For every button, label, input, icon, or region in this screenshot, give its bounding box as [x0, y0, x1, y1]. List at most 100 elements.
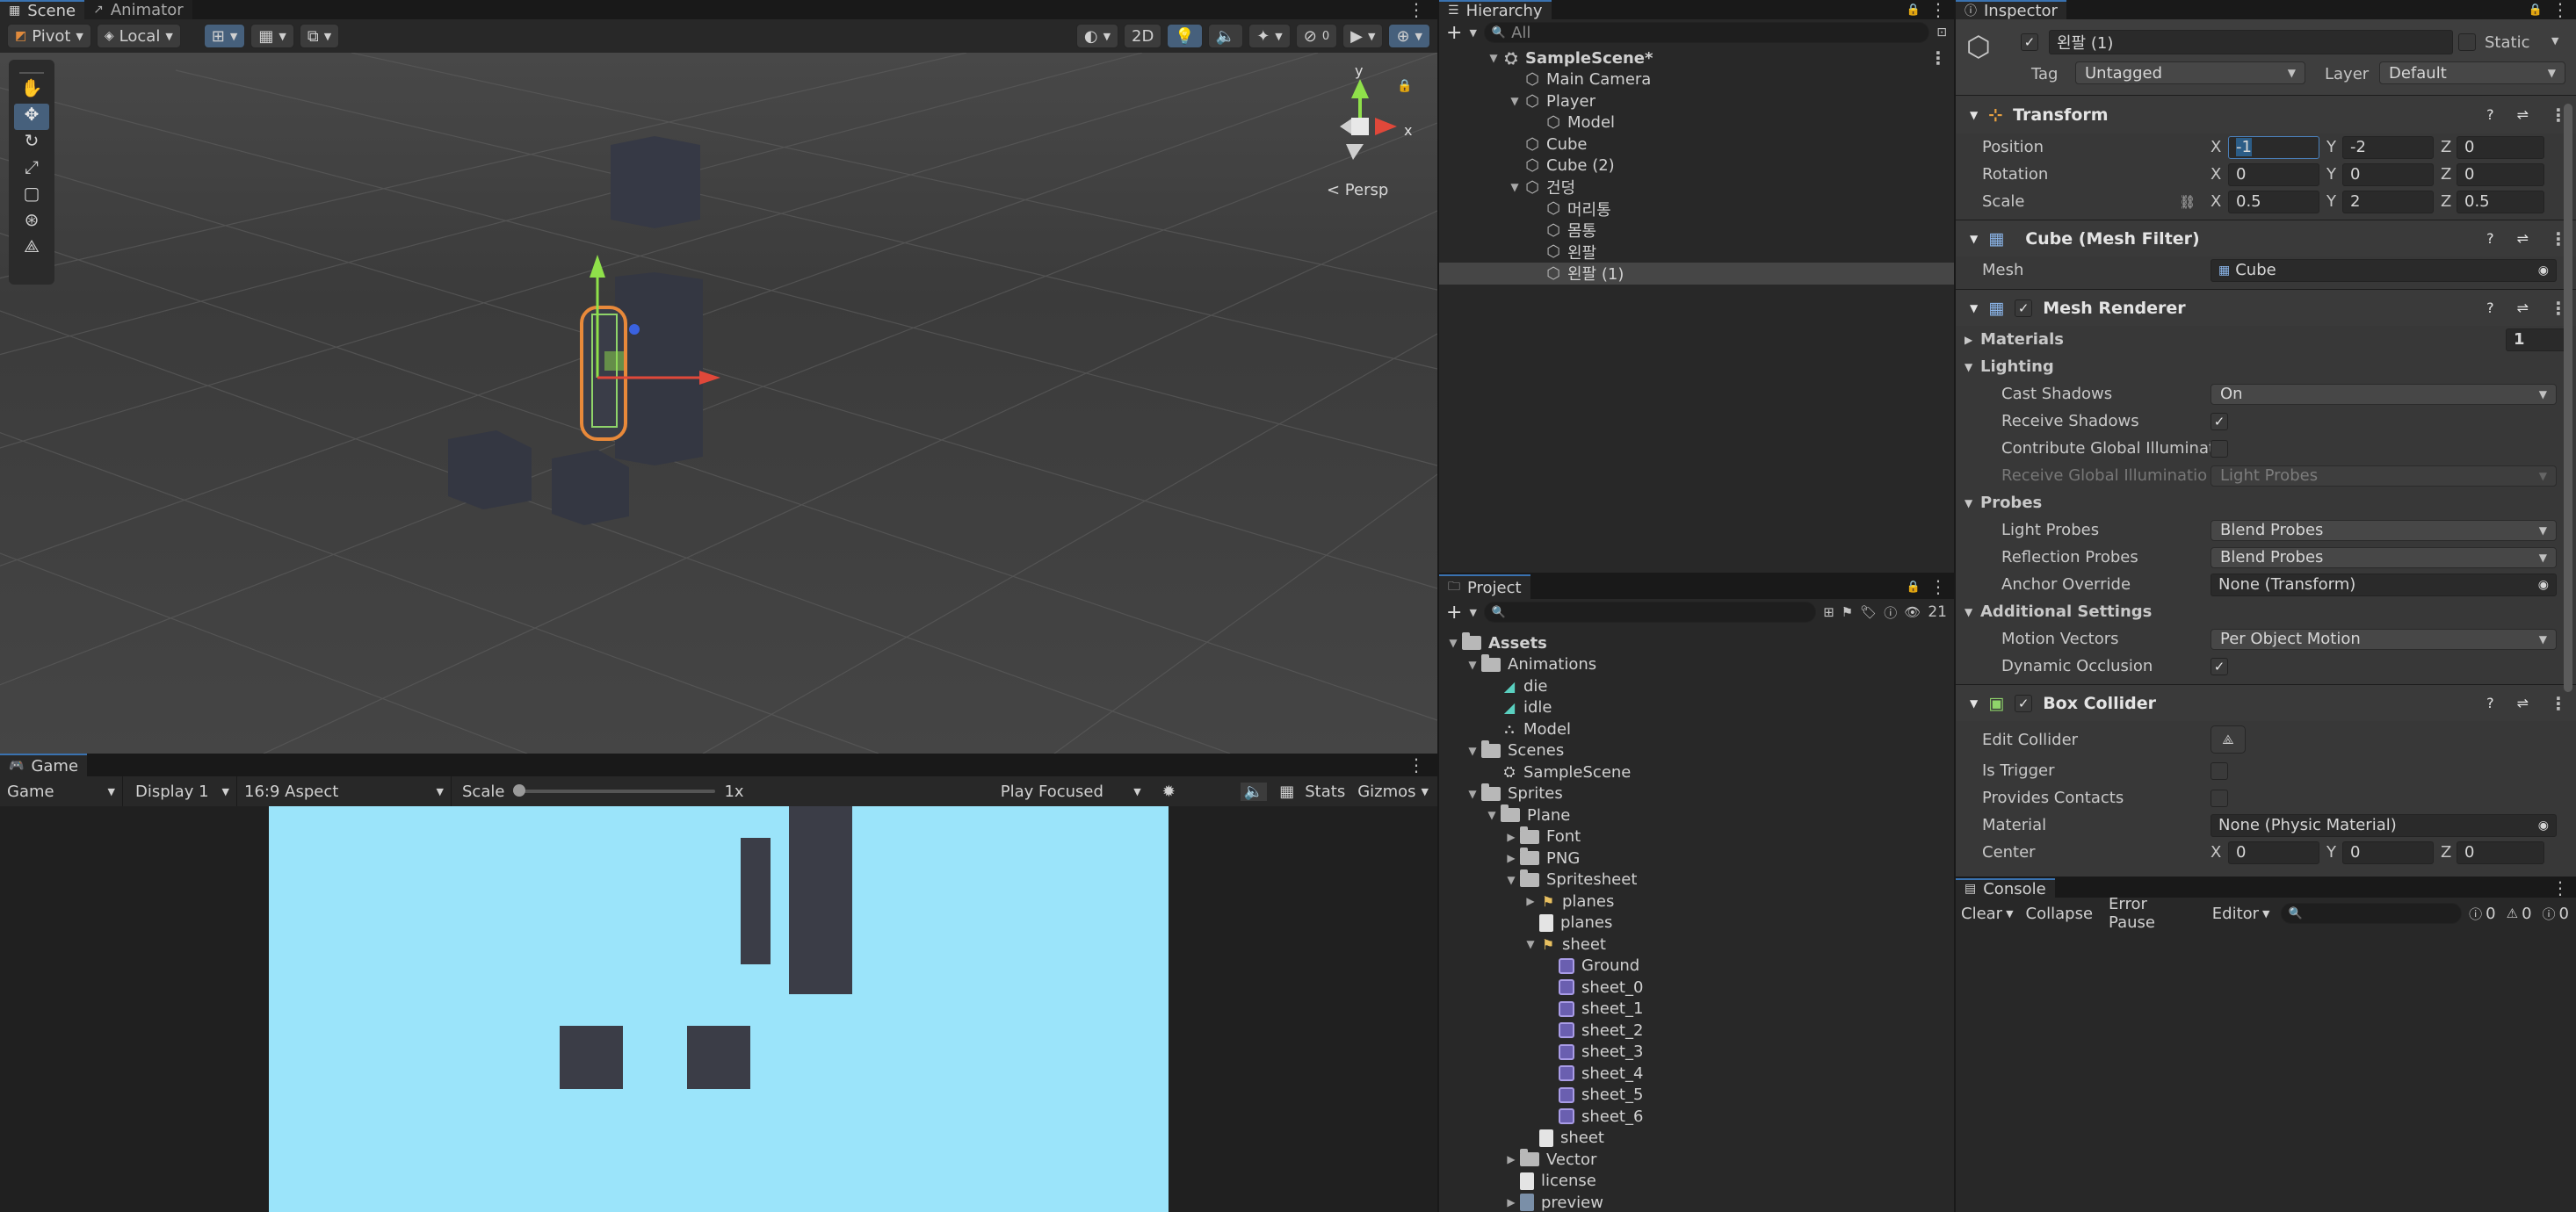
- resolution-icon[interactable]: ▦: [1279, 783, 1294, 801]
- mesh-renderer-enabled-checkbox[interactable]: ✓: [2015, 299, 2033, 317]
- mute-audio-icon[interactable]: 🔈: [1240, 782, 1268, 801]
- tab-game[interactable]: 🎮 Game: [0, 754, 88, 776]
- project-item[interactable]: ▼ ⚑ sheet: [1439, 934, 1954, 956]
- effects-dropdown[interactable]: ✦ ▼: [1248, 24, 1291, 48]
- project-item[interactable]: sheet_5: [1439, 1085, 1954, 1107]
- hierarchy-menu-icon[interactable]: ⋮: [1929, 0, 1947, 20]
- expand-arrow-icon[interactable]: ▼: [1485, 52, 1502, 64]
- hierarchy-item[interactable]: ▼ ⬡ 건덩: [1439, 177, 1954, 198]
- game-mode-dropdown[interactable]: Game ▼: [0, 776, 123, 806]
- lighting-toggle[interactable]: 💡: [1167, 24, 1203, 48]
- move-tool[interactable]: ✥: [14, 104, 49, 130]
- hierarchy-item[interactable]: ⬡ 머리통: [1439, 198, 1954, 220]
- expand-arrow-icon[interactable]: ▼: [1444, 637, 1462, 649]
- project-item[interactable]: ▶ ⚑ planes: [1439, 891, 1954, 913]
- scale-slider[interactable]: [513, 784, 716, 797]
- rect-tool[interactable]: ▢: [14, 183, 49, 209]
- cast-shadows-dropdown[interactable]: On ▼: [2211, 383, 2557, 405]
- project-item[interactable]: sheet_4: [1439, 1063, 1954, 1085]
- lock-icon[interactable]: 🔒: [1907, 4, 1921, 17]
- anchor-override-field[interactable]: None (Transform) ◉: [2211, 573, 2557, 596]
- help-icon[interactable]: ?: [2486, 695, 2494, 711]
- presets-icon[interactable]: ⇌: [2517, 299, 2529, 316]
- project-item[interactable]: ▶ PNG: [1439, 848, 1954, 869]
- scale-z-input[interactable]: 0.5: [2457, 190, 2544, 213]
- scene-viewport[interactable]: ✋ ✥ ↻ ⤢ ▢ ⊛ ⟁ y x 🔒 < Persp: [0, 53, 1437, 754]
- hierarchy-item[interactable]: ⬡ Model: [1439, 112, 1954, 134]
- pivot-dropdown[interactable]: ◩ Pivot ▼: [7, 24, 91, 48]
- materials-row[interactable]: ▶ Materials 1: [1956, 326, 2576, 353]
- center-x-input[interactable]: 0: [2228, 840, 2319, 864]
- orientation-gizmo[interactable]: y x 🔒 < Persp: [1309, 62, 1432, 213]
- expand-arrow-icon[interactable]: ▼: [1956, 606, 1980, 618]
- link-icon[interactable]: ⛓: [2179, 194, 2211, 210]
- lock-icon[interactable]: 🔒: [1397, 79, 1412, 93]
- hierarchy-item[interactable]: ⬡ Cube: [1439, 133, 1954, 155]
- hidden-objects-toggle[interactable]: ⊘ 0: [1295, 24, 1338, 48]
- search-options-icon[interactable]: ⊡: [1936, 25, 1947, 40]
- project-item[interactable]: planes: [1439, 913, 1954, 934]
- inspector-menu-icon[interactable]: ⋮: [2551, 0, 2569, 20]
- transform-tool[interactable]: ⊛: [14, 209, 49, 235]
- tab-animator[interactable]: ↗ Animator: [84, 0, 192, 19]
- position-y-input[interactable]: -2: [2342, 135, 2434, 159]
- warning-count-icon[interactable]: ⚠: [2507, 905, 2518, 921]
- game-menu-icon[interactable]: ⋮: [1407, 754, 1425, 776]
- expand-arrow-icon[interactable]: ▼: [1956, 497, 1980, 509]
- collapse-arrow-icon[interactable]: ▶: [1956, 334, 1980, 346]
- aspect-dropdown[interactable]: 16:9 Aspect ▼: [237, 776, 452, 806]
- play-focused-dropdown[interactable]: Play Focused ▼: [1001, 776, 1150, 806]
- dynamic-occlusion-checkbox[interactable]: ✓: [2211, 657, 2228, 675]
- gameobject-icon[interactable]: ⬡: [1966, 30, 1991, 63]
- transform-header[interactable]: ▼ ⊹ Transform ? ⇌ ⋮: [1956, 95, 2576, 133]
- console-log-area[interactable]: [1956, 929, 2576, 1212]
- lighting-section[interactable]: ▼ Lighting: [1956, 353, 2576, 380]
- project-menu-icon[interactable]: ⋮: [1929, 576, 1947, 597]
- gizmos-dropdown[interactable]: ⊕ ▼: [1388, 24, 1430, 48]
- active-checkbox[interactable]: ✓: [2021, 33, 2038, 51]
- light-probes-dropdown[interactable]: Blend Probes ▼: [2211, 519, 2557, 541]
- expand-arrow-icon[interactable]: ▼: [1970, 302, 1978, 314]
- chevron-down-icon[interactable]: ▼: [1469, 607, 1476, 618]
- mesh-field[interactable]: ▦ Cube ◉: [2211, 258, 2557, 282]
- expand-arrow-icon[interactable]: ▼: [1464, 659, 1481, 671]
- layer-dropdown[interactable]: Default ▼: [2379, 61, 2565, 84]
- provides-contacts-checkbox[interactable]: [2211, 789, 2228, 807]
- expand-arrow-icon[interactable]: ▶: [1522, 895, 1539, 907]
- scale-x-input[interactable]: 0.5: [2228, 190, 2319, 213]
- expand-arrow-icon[interactable]: ▼: [1464, 788, 1481, 800]
- increment-snap-button[interactable]: ⧉ ▼: [299, 24, 340, 48]
- project-item[interactable]: ◢ die: [1439, 675, 1954, 697]
- contribute-gi-checkbox[interactable]: [2211, 439, 2228, 458]
- project-item[interactable]: sheet: [1439, 1128, 1954, 1150]
- tab-inspector[interactable]: ⓘ Inspector: [1956, 0, 2066, 20]
- project-item[interactable]: ▶ Vector: [1439, 1149, 1954, 1171]
- project-item[interactable]: sheet_2: [1439, 1020, 1954, 1042]
- expand-arrow-icon[interactable]: ▼: [1956, 361, 1980, 373]
- center-y-input[interactable]: 0: [2342, 840, 2434, 864]
- display-dropdown[interactable]: Display 1 ▼: [123, 776, 237, 806]
- probes-section[interactable]: ▼ Probes: [1956, 489, 2576, 516]
- expand-arrow-icon[interactable]: ▶: [1502, 852, 1520, 864]
- static-checkbox[interactable]: [2458, 33, 2476, 51]
- object-picker-icon[interactable]: ◉: [2538, 578, 2549, 592]
- info-icon[interactable]: ⓘ: [1884, 603, 1897, 622]
- additional-settings-section[interactable]: ▼ Additional Settings: [1956, 598, 2576, 625]
- stats-button[interactable]: Stats: [1305, 783, 1345, 801]
- expand-arrow-icon[interactable]: ▶: [1502, 1153, 1520, 1165]
- chevron-down-icon[interactable]: ▼: [2006, 908, 2013, 920]
- project-item[interactable]: sheet_1: [1439, 999, 1954, 1021]
- lock-icon[interactable]: 🔒: [1907, 581, 1921, 594]
- project-item[interactable]: ⛭ SampleScene: [1439, 761, 1954, 783]
- grid-snap-button[interactable]: ⊞ ▼: [203, 24, 246, 48]
- material-field[interactable]: None (Physic Material) ◉: [2211, 813, 2557, 837]
- audio-toggle[interactable]: 🔈: [1207, 24, 1244, 48]
- scale-tool[interactable]: ⤢: [14, 156, 49, 183]
- hierarchy-item[interactable]: ▼ ⬡ Player: [1439, 90, 1954, 112]
- expand-arrow-icon[interactable]: ▼: [1506, 95, 1523, 107]
- hierarchy-item[interactable]: ⬡ Cube (2): [1439, 155, 1954, 177]
- rotation-x-input[interactable]: 0: [2228, 162, 2319, 186]
- custom-tool[interactable]: ⟁: [14, 235, 49, 262]
- position-x-input[interactable]: -1: [2228, 135, 2319, 159]
- component-menu-icon[interactable]: ⋮: [2550, 693, 2567, 714]
